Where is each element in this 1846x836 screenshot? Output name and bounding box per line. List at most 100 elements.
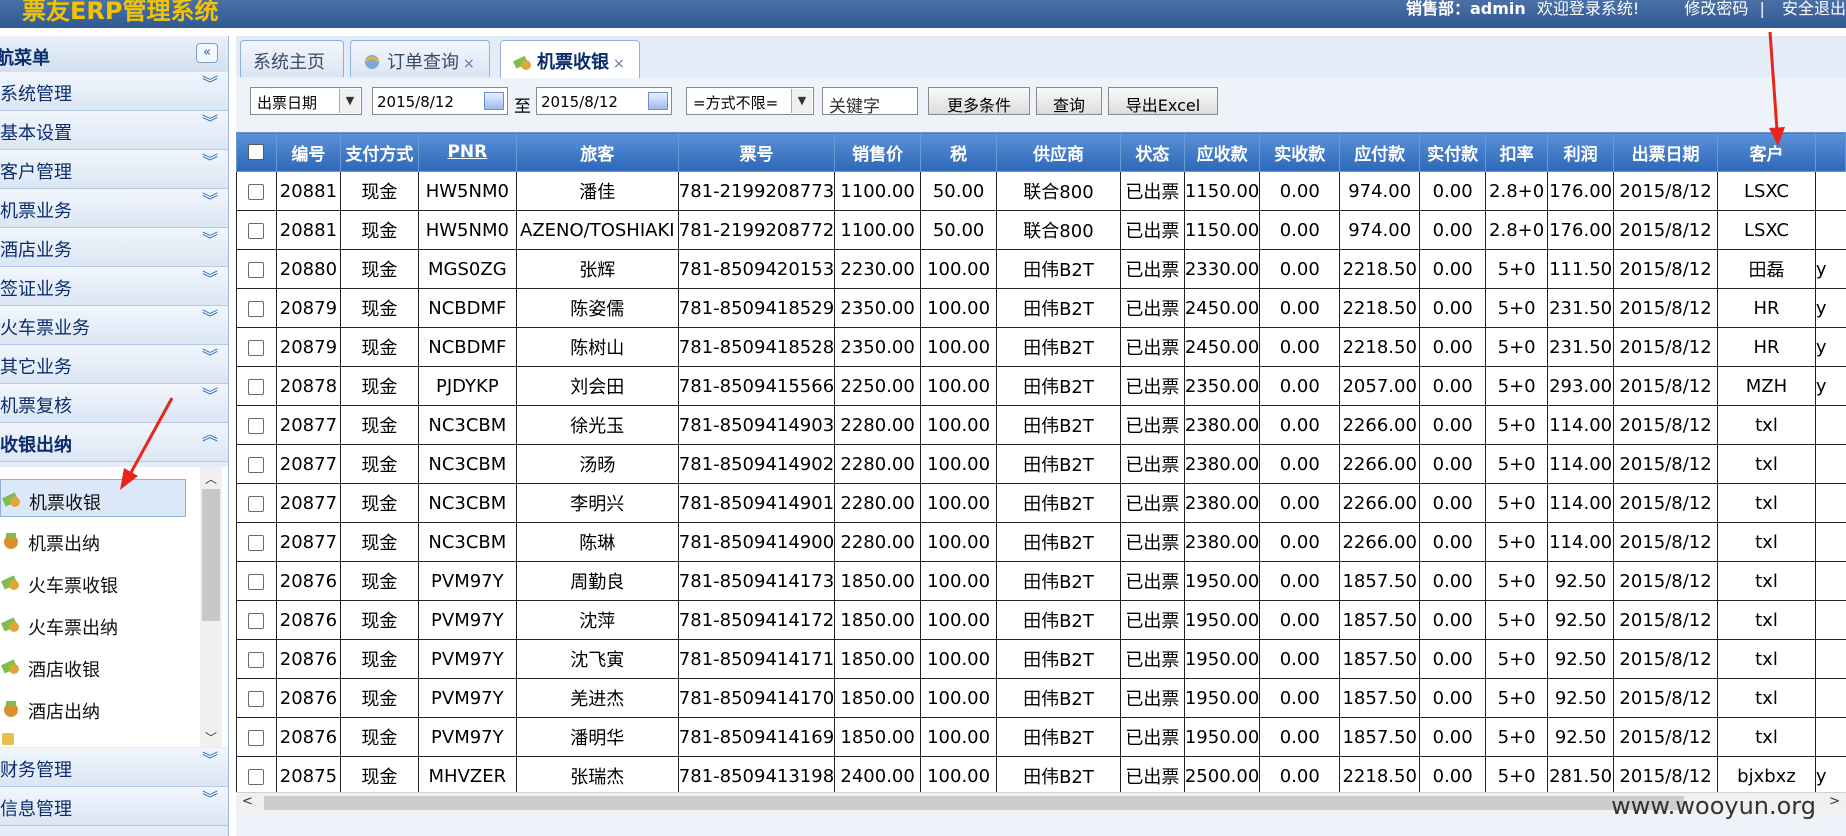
menu-group-hotel[interactable]: 酒店业务 ︾ (0, 228, 228, 267)
payment-method-select[interactable]: =方式不限= ▼ (686, 87, 814, 115)
checkbox[interactable] (248, 690, 265, 707)
horizontal-scrollbar[interactable]: < > (236, 792, 1846, 813)
table-row[interactable]: 20877 现金 NC3CBM 汤旸 781-8509414902 2280.00 100.… (236, 444, 1846, 484)
row-checkbox-cell[interactable] (236, 327, 277, 367)
table-row[interactable]: 20881 现金 HW5NM0 潘佳 781-2199208773 1100.00 50.0… (236, 171, 1846, 211)
table-row[interactable]: 20876 现金 PVM97Y 沈飞寅 781-8509414171 1850.00 100… (236, 639, 1846, 679)
checkbox[interactable] (248, 144, 265, 160)
column-header[interactable]: 票号 (677, 132, 836, 172)
table-row[interactable]: 20876 现金 PVM97Y 沈萍 781-8509414172 1850.00 100.… (236, 600, 1846, 640)
sidebar-item-train-cashier[interactable]: 火车票收银 (0, 563, 186, 601)
row-checkbox-cell[interactable] (236, 522, 277, 562)
row-checkbox-cell[interactable] (236, 483, 277, 523)
calendar-icon[interactable] (648, 92, 668, 110)
table-row[interactable]: 20880 现金 MGS0ZG 张辉 781-8509420153 2230.00 100.… (236, 249, 1846, 289)
column-header[interactable]: 状态 (1119, 132, 1185, 172)
table-row[interactable]: 20876 现金 PVM97Y 周勤良 781-8509414173 1850.00 100… (236, 561, 1846, 601)
checkbox[interactable] (248, 222, 265, 239)
menu-group-cashier[interactable]: 收银出纳 ︽ (0, 423, 228, 462)
table-row[interactable]: 20875 现金 MHVZER 张瑞杰 781-8509413198 2400.00 100… (236, 756, 1846, 792)
keyword-input[interactable]: 关键字 (822, 87, 918, 117)
checkbox[interactable] (248, 417, 265, 434)
menu-group-system[interactable]: 系统管理 ︾ (0, 72, 228, 111)
column-header[interactable] (1814, 132, 1846, 172)
column-header[interactable]: 实收款 (1259, 132, 1341, 172)
table-row[interactable]: 20877 现金 NC3CBM 李明兴 781-8509414901 2280.00 100… (236, 483, 1846, 523)
checkbox[interactable] (248, 456, 265, 473)
menu-group-air-tickets[interactable]: 机票业务 ︾ (0, 189, 228, 228)
tab-home[interactable]: 系统主页 (240, 40, 344, 77)
checkbox[interactable] (248, 768, 265, 785)
checkbox[interactable] (248, 612, 265, 629)
sidebar-item-hotel-teller[interactable]: 酒店出纳 (0, 689, 186, 727)
scroll-up-icon[interactable]: ︿ (205, 470, 217, 487)
column-header[interactable]: 应收款 (1183, 132, 1261, 172)
column-header[interactable]: 利润 (1547, 132, 1615, 172)
query-button[interactable]: 查询 (1036, 87, 1102, 115)
checkbox[interactable] (248, 300, 265, 317)
row-checkbox-cell[interactable] (236, 366, 277, 406)
column-header[interactable]: 税 (920, 132, 998, 172)
date-from-input[interactable]: 2015/8/12 (372, 87, 508, 115)
column-header[interactable]: 旅客 (515, 132, 679, 172)
table-row[interactable]: 20879 现金 NCBDMF 陈姿儒 781-8509418529 2350.00 100… (236, 288, 1846, 328)
row-checkbox-cell[interactable] (236, 210, 277, 250)
checkbox[interactable] (248, 378, 265, 395)
column-header[interactable]: 应付款 (1339, 132, 1421, 172)
menu-group-train[interactable]: 火车票业务 ︾ (0, 306, 228, 345)
checkbox[interactable] (248, 651, 265, 668)
menu-group-visa[interactable]: 签证业务 ︾ (0, 267, 228, 306)
row-checkbox-cell[interactable] (236, 405, 277, 445)
menu-group-other[interactable]: 其它业务 ︾ (0, 345, 228, 384)
row-checkbox-cell[interactable] (236, 717, 277, 757)
table-row[interactable]: 20881 现金 HW5NM0 AZENO/TOSHIAKI 781-219920877… (236, 210, 1846, 250)
menu-group-info[interactable]: 信息管理 ︾ (0, 787, 228, 826)
checkbox[interactable] (248, 573, 265, 590)
menu-group-basic-settings[interactable]: 基本设置 ︾ (0, 111, 228, 150)
row-checkbox-cell[interactable] (236, 561, 277, 601)
checkbox[interactable] (248, 534, 265, 551)
sidebar-item-air-ticket-cashier[interactable]: 机票收银 (0, 479, 186, 517)
checkbox[interactable] (248, 261, 265, 278)
scroll-left-icon[interactable]: < (242, 794, 253, 809)
checkbox[interactable] (248, 183, 265, 200)
scroll-right-icon[interactable]: > (1829, 794, 1840, 809)
submenu-scrollbar[interactable]: ︿ ﹀ (200, 467, 222, 747)
checkbox[interactable] (248, 729, 265, 746)
sidebar-item-train-teller[interactable]: 火车票出纳 (0, 605, 186, 643)
close-icon[interactable]: × (463, 56, 475, 72)
scroll-down-icon[interactable]: ﹀ (205, 729, 217, 746)
column-header[interactable]: PNR (417, 132, 517, 172)
table-row[interactable]: 20878 现金 PJDYKP 刘会田 781-8509415566 2250.00 100… (236, 366, 1846, 406)
column-header[interactable]: 编号 (275, 132, 341, 172)
logout-link[interactable]: 安全退出 (1782, 0, 1846, 18)
column-header[interactable]: 实付款 (1419, 132, 1487, 172)
checkbox[interactable] (248, 495, 265, 512)
row-checkbox-cell[interactable] (236, 288, 277, 328)
row-checkbox-cell[interactable] (236, 639, 277, 679)
collapse-sidebar-icon[interactable]: « (196, 43, 218, 63)
row-checkbox-cell[interactable] (236, 171, 277, 211)
row-checkbox-cell[interactable] (236, 756, 277, 792)
select-all-checkbox[interactable] (236, 132, 277, 172)
change-password-link[interactable]: 修改密码 (1684, 0, 1748, 18)
table-row[interactable]: 20877 现金 NC3CBM 徐光玉 781-8509414903 2280.00 100… (236, 405, 1846, 445)
sidebar-item-air-ticket-teller[interactable]: 机票出纳 (0, 521, 186, 559)
table-row[interactable]: 20876 现金 PVM97Y 羌进杰 781-8509414170 1850.00 100… (236, 678, 1846, 718)
column-header[interactable]: 支付方式 (339, 132, 419, 172)
column-header[interactable]: 销售价 (834, 132, 922, 172)
tab-order-query[interactable]: 订单查询 × (350, 40, 490, 77)
table-row[interactable]: 20877 现金 NC3CBM 陈琳 781-8509414900 2280.00 100.… (236, 522, 1846, 562)
column-header[interactable]: 出票日期 (1613, 132, 1719, 172)
calendar-icon[interactable] (484, 92, 504, 110)
row-checkbox-cell[interactable] (236, 678, 277, 718)
date-to-input[interactable]: 2015/8/12 (536, 87, 672, 115)
table-row[interactable]: 20876 现金 PVM97Y 潘明华 781-8509414169 1850.00 100… (236, 717, 1846, 757)
row-checkbox-cell[interactable] (236, 444, 277, 484)
column-header[interactable]: 供应商 (996, 132, 1121, 172)
date-type-select[interactable]: 出票日期 ▼ (250, 87, 362, 115)
scroll-thumb[interactable] (264, 796, 1684, 810)
export-excel-button[interactable]: 导出Excel (1108, 87, 1218, 115)
menu-group-ticket-review[interactable]: 机票复核 ︾ (0, 384, 228, 423)
menu-group-finance[interactable]: 财务管理 ︾ (0, 748, 228, 787)
